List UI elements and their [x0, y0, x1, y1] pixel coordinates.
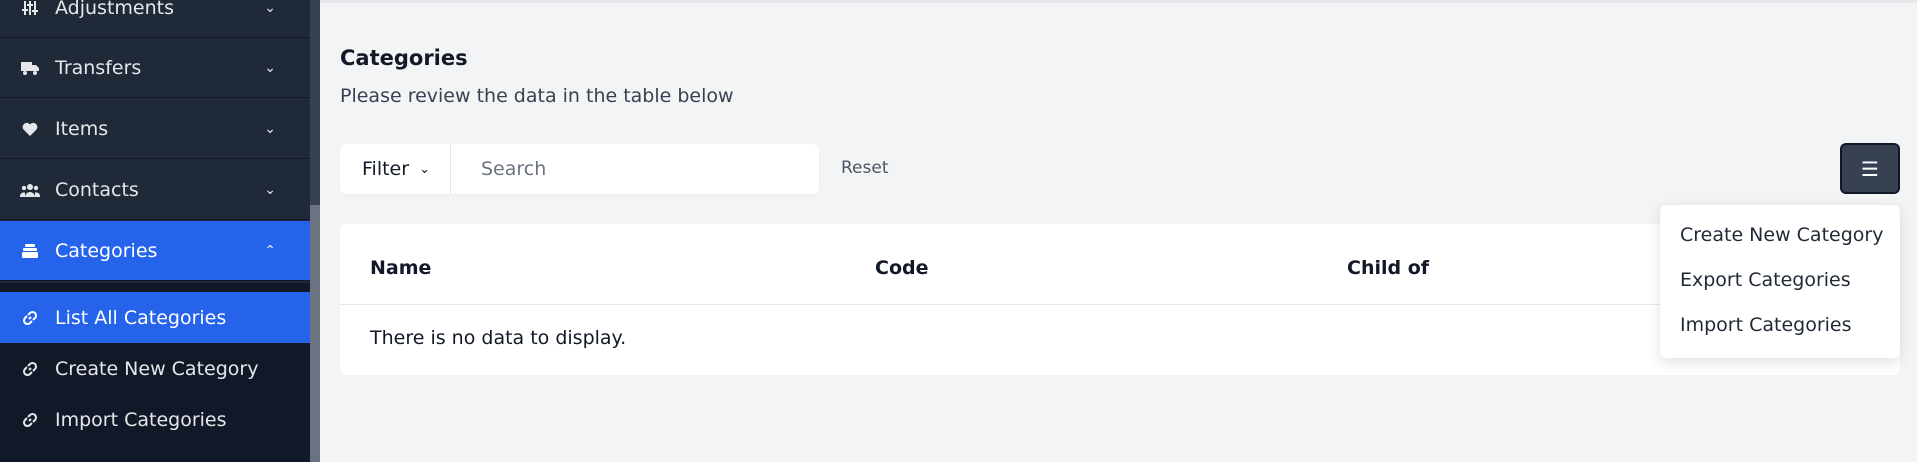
- sidebar-subitem-label: Import Categories: [55, 408, 227, 431]
- link-icon: [20, 310, 40, 326]
- sidebar-item-adjustments[interactable]: Adjustments ⌄: [0, 0, 310, 38]
- sidebar-scrollbar-thumb[interactable]: [310, 205, 320, 462]
- sidebar-item-categories[interactable]: Categories ⌃: [0, 221, 310, 281]
- column-header-child-of[interactable]: Child of: [1347, 257, 1429, 279]
- hamburger-icon: ☰: [1861, 156, 1879, 181]
- sidebar-subitem-label: List All Categories: [55, 306, 227, 329]
- sidebar-item-label: Adjustments: [55, 0, 174, 19]
- column-header-code[interactable]: Code: [875, 257, 928, 279]
- sidebar-item-label: Categories: [55, 239, 158, 262]
- header-divider: [320, 0, 1917, 3]
- sidebar-item-transfers[interactable]: Transfers ⌄: [0, 38, 310, 98]
- heart-icon: [20, 122, 40, 136]
- menu-item-import-categories[interactable]: Import Categories: [1680, 314, 1852, 336]
- users-icon: [20, 183, 40, 197]
- sidebar-subitem-create-new-category[interactable]: Create New Category: [0, 343, 310, 394]
- search-bar: Filter ⌄: [340, 144, 819, 194]
- filter-dropdown[interactable]: Filter ⌄: [340, 144, 451, 194]
- filter-label: Filter: [362, 158, 410, 180]
- chevron-up-icon: ⌃: [264, 242, 276, 259]
- sidebar-item-items[interactable]: Items ⌄: [0, 99, 310, 159]
- search-input[interactable]: [451, 145, 819, 193]
- empty-table-message: There is no data to display.: [370, 327, 627, 349]
- truck-icon: [20, 61, 40, 75]
- menu-item-create-new-category[interactable]: Create New Category: [1680, 224, 1883, 246]
- page-title: Categories: [340, 46, 468, 70]
- sidebar-item-label: Transfers: [55, 56, 142, 79]
- actions-dropdown-menu: Create New Category Export Categories Im…: [1660, 205, 1900, 358]
- menu-item-export-categories[interactable]: Export Categories: [1680, 269, 1851, 291]
- sidebar-subitem-label: Create New Category: [55, 357, 259, 380]
- link-icon: [20, 412, 40, 428]
- sidebar-subitem-list-all-categories[interactable]: List All Categories: [0, 292, 310, 343]
- chevron-down-icon: ⌄: [419, 161, 430, 177]
- sidebar-item-contacts[interactable]: Contacts ⌄: [0, 160, 310, 220]
- sidebar-item-label: Items: [55, 117, 109, 140]
- chevron-down-icon: ⌄: [264, 0, 276, 16]
- column-header-name[interactable]: Name: [370, 257, 431, 279]
- reset-button[interactable]: Reset: [841, 158, 889, 178]
- chevron-down-icon: ⌄: [264, 120, 276, 137]
- chevron-down-icon: ⌄: [264, 59, 276, 76]
- sidebar-subitem-import-categories[interactable]: Import Categories: [0, 394, 310, 445]
- sidebar-item-label: Contacts: [55, 178, 139, 201]
- chevron-down-icon: ⌄: [264, 181, 276, 198]
- page-subtitle: Please review the data in the table belo…: [340, 85, 734, 107]
- actions-menu-button[interactable]: ☰: [1840, 143, 1900, 194]
- layers-icon: [20, 243, 40, 258]
- sliders-icon: [20, 0, 40, 16]
- link-icon: [20, 361, 40, 377]
